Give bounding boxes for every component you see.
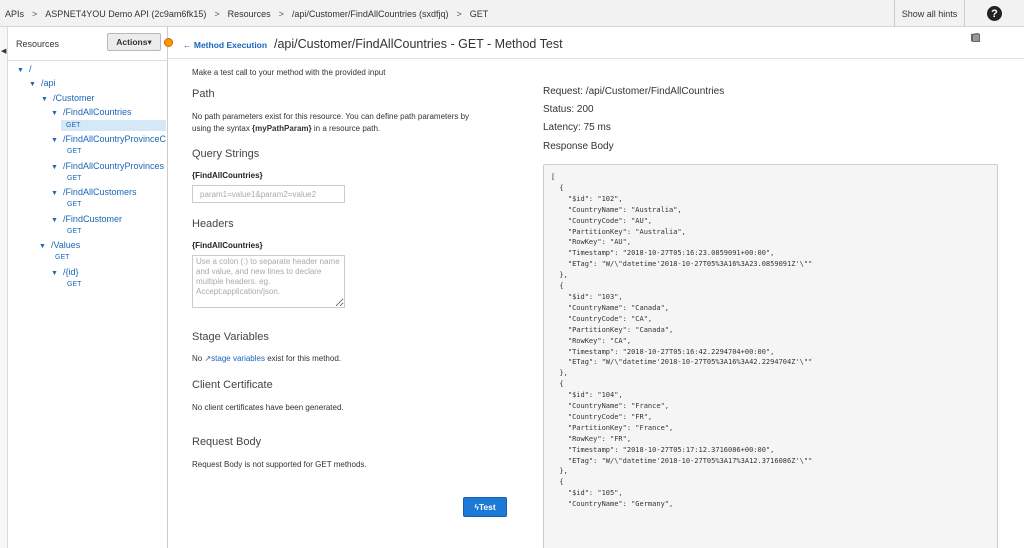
sidebar-collapse-handle[interactable]: ◀	[0, 27, 8, 548]
path-title: Path	[192, 88, 215, 100]
tree-method-get[interactable]: GET	[67, 148, 81, 155]
headers-textarea[interactable]	[192, 255, 345, 308]
show-all-hints-button[interactable]: Show all hints	[894, 0, 964, 27]
resources-title: Resources	[16, 39, 60, 49]
intro-text: Make a test call to your method with the…	[192, 68, 386, 77]
breadcrumb: APIs > ASPNET4YOU Demo API (2c9am6fk15) …	[5, 0, 488, 27]
tree-method-get[interactable]: GET	[67, 281, 81, 288]
expand-triangle-icon: ▼	[51, 217, 58, 224]
breadcrumb-separator: >	[32, 8, 38, 19]
breadcrumb-resource[interactable]: /api/Customer/FindAllCountries (sxdfjq)	[292, 9, 449, 19]
request-body-text: Request Body is not supported for GET me…	[192, 460, 367, 469]
tree-item-findallcustomers[interactable]: ▼/FindAllCustomers	[51, 187, 136, 197]
breadcrumb-api[interactable]: ASPNET4YOU Demo API (2c9am6fk15)	[45, 9, 206, 19]
response-request: Request: /api/Customer/FindAllCountries	[543, 86, 725, 97]
page-title: /api/Customer/FindAllCountries - GET - M…	[274, 37, 563, 51]
breadcrumb-apis[interactable]: APIs	[5, 9, 24, 19]
help-button[interactable]: ?	[964, 0, 1024, 27]
back-arrow-icon: ←	[183, 40, 194, 50]
tree-item-values[interactable]: ▼/Values	[39, 240, 80, 250]
tree-method-get[interactable]: GET	[67, 201, 81, 208]
stage-variables-text: No ↗stage variables exist for this metho…	[192, 354, 341, 363]
stage-variables-link[interactable]: ↗stage variables	[204, 354, 265, 363]
top-bar: APIs > ASPNET4YOU Demo API (2c9am6fk15) …	[0, 0, 1024, 27]
tree-item-findallcountries[interactable]: ▼/FindAllCountries	[51, 107, 131, 117]
query-strings-input[interactable]	[192, 185, 345, 203]
expand-triangle-icon: ▼	[17, 67, 24, 74]
expand-triangle-icon: ▼	[51, 137, 58, 144]
expand-triangle-icon: ▼	[29, 81, 36, 88]
client-certificate-title: Client Certificate	[192, 379, 273, 391]
test-button[interactable]: ϟ Test	[463, 497, 507, 517]
response-body-panel[interactable]: [ { "$id": "102", "CountryName": "Austra…	[543, 164, 998, 548]
headers-label: {FindAllCountries}	[192, 241, 263, 250]
query-strings-title: Query Strings	[192, 148, 260, 160]
breadcrumb-separator: >	[214, 8, 220, 19]
breadcrumb-method: GET	[469, 8, 489, 19]
client-certificate-text: No client certificates have been generat…	[192, 403, 344, 412]
expand-triangle-icon: ▼	[51, 164, 58, 171]
status-dot-icon	[164, 38, 173, 47]
response-body-json: [ { "$id": "102", "CountryName": "Austra…	[551, 173, 813, 509]
response-latency: Latency: 75 ms	[543, 122, 611, 133]
expand-triangle-icon: ▼	[51, 110, 58, 117]
collapse-arrow-icon: ◀	[1, 48, 7, 55]
breadcrumb-separator: >	[456, 8, 462, 19]
path-description: No path parameters exist for this resour…	[192, 112, 470, 133]
response-status: Status: 200	[543, 104, 594, 115]
expand-triangle-icon: ▼	[51, 190, 58, 197]
tree-item-findcustomer[interactable]: ▼/FindCustomer	[51, 214, 122, 224]
query-strings-label: {FindAllCountries}	[192, 171, 263, 180]
book-icon[interactable]	[970, 32, 981, 43]
tree-method-get[interactable]: GET	[67, 175, 81, 182]
expand-triangle-icon: ▼	[41, 96, 48, 103]
response-body-title: Response Body	[543, 141, 614, 152]
resources-header: Resources Actions▾	[8, 27, 168, 61]
tree-item-findallcountryprovincec[interactable]: ▼/FindAllCountryProvinceC	[51, 134, 166, 144]
expand-triangle-icon: ▼	[39, 243, 46, 250]
breadcrumb-separator: >	[278, 8, 284, 19]
request-body-title: Request Body	[192, 436, 262, 448]
help-icon: ?	[987, 6, 1002, 21]
header-divider	[168, 58, 1024, 59]
breadcrumb-resources[interactable]: Resources	[228, 9, 271, 19]
tree-method-get[interactable]: GET	[55, 254, 69, 261]
tree-item-api[interactable]: ▼/api	[29, 78, 55, 88]
resources-panel: Resources Actions▾ ▼ / ▼/api ▼/Customer ▼…	[8, 27, 168, 548]
tree-item-customer[interactable]: ▼/Customer	[41, 93, 94, 103]
headers-title: Headers	[192, 218, 234, 230]
expand-triangle-icon: ▼	[51, 270, 58, 277]
stage-variables-title: Stage Variables	[192, 331, 269, 343]
tree-item-root[interactable]: ▼ /	[17, 64, 31, 74]
tree-item-id[interactable]: ▼/{id}	[51, 267, 78, 277]
tree-method-get[interactable]: GET	[67, 228, 81, 235]
method-execution-link[interactable]: ← Method Execution	[183, 40, 267, 50]
tree-item-findallcountryprovinces[interactable]: ▼/FindAllCountryProvinces	[51, 161, 164, 171]
actions-button[interactable]: Actions▾	[107, 33, 161, 51]
tree-method-get-selected[interactable]: GET	[61, 120, 166, 131]
